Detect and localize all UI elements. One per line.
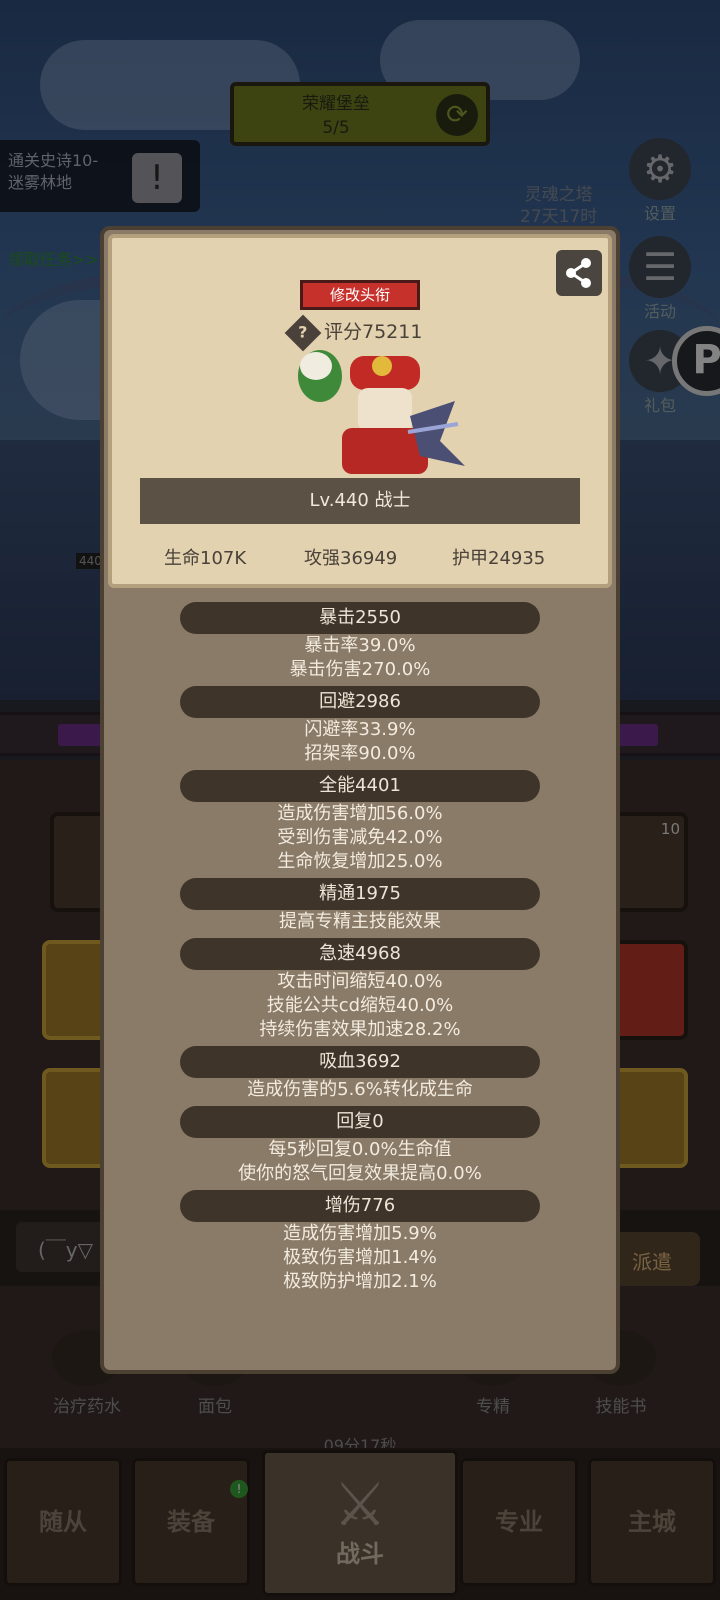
hp-regen: 每5秒回复0.0%生命值 <box>268 1139 452 1160</box>
versatility-header: 全能4401 <box>180 770 540 802</box>
rage-regen: 使你的怒气回复效果提高0.0% <box>238 1163 482 1184</box>
dodge-header: 回避2986 <box>180 686 540 718</box>
mastery-header: 精通1975 <box>180 878 540 910</box>
crit-damage: 暴击伤害270.0% <box>289 659 431 680</box>
crit-rate: 暴击率39.0% <box>304 635 416 656</box>
dodge-rate: 闪避率33.9% <box>304 719 416 740</box>
damage-reduction: 受到伤害减免42.0% <box>277 827 443 848</box>
parry-rate: 招架率90.0% <box>304 743 416 764</box>
healing-increase: 生命恢复增加25.0% <box>277 851 443 872</box>
damage-increase: 造成伤害增加56.0% <box>277 803 443 824</box>
attack-stat: 攻强36949 <box>304 548 398 569</box>
score-value: 评分75211 <box>324 321 423 343</box>
mastery-effect: 提高专精主技能效果 <box>279 911 441 932</box>
extreme-damage: 极致伤害增加1.4% <box>283 1247 437 1268</box>
dmgboost-damage: 造成伤害增加5.9% <box>283 1223 437 1244</box>
hero-avatar <box>298 350 465 474</box>
score-row: ? 评分75211 <box>284 314 423 351</box>
share-icon <box>566 258 591 288</box>
dmgboost-header: 增伤776 <box>180 1190 540 1222</box>
rename-title-button[interactable]: 修改头衔 <box>300 280 420 310</box>
level-class-bar: Lv.440 战士 <box>140 478 580 524</box>
armor-stat: 护甲24935 <box>452 548 546 569</box>
hp-stat: 生命107K <box>164 548 247 569</box>
crit-header: 暴击2550 <box>180 602 540 634</box>
haste-header: 急速4968 <box>180 938 540 970</box>
lifesteal-effect: 造成伤害的5.6%转化成生命 <box>247 1079 473 1100</box>
share-button[interactable] <box>556 250 602 296</box>
gcd-reduction: 技能公共cd缩短40.0% <box>266 995 454 1016</box>
dot-acceleration: 持续伤害效果加速28.2% <box>259 1019 461 1040</box>
extreme-protection: 极致防护增加2.1% <box>283 1271 437 1292</box>
lifesteal-header: 吸血3692 <box>180 1046 540 1078</box>
attack-time-reduction: 攻击时间缩短40.0% <box>277 971 443 992</box>
regen-header: 回复0 <box>180 1106 540 1138</box>
